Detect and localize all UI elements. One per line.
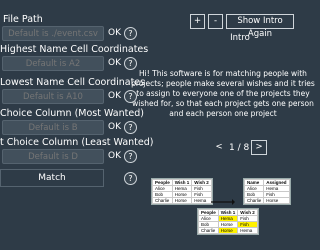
file-path-help-icon[interactable]: ? — [124, 27, 137, 40]
input-sheet-image: People Wish 1 Wish 2 Alice Hema Fish Bob Hors… — [151, 178, 213, 205]
least-wanted-column-ok-button[interactable]: OK — [108, 151, 121, 161]
highest-name-cell-input[interactable] — [2, 56, 104, 71]
sheet-header-cell: Wish 2 — [191, 179, 212, 186]
highest-name-cell-ok-button[interactable]: OK — [108, 58, 121, 68]
highest-name-cell-label: Highest Name Cell Coordinates — [0, 44, 149, 55]
zoom-in-button[interactable]: + — [190, 14, 205, 29]
page-indicator: 1 / 8 — [229, 143, 250, 153]
file-path-label: File Path — [3, 14, 43, 25]
lowest-name-cell-input[interactable] — [2, 89, 104, 104]
sheet-cell: Horse — [171, 197, 193, 204]
sheet-cell: Charlie — [243, 197, 265, 204]
least-wanted-column-input[interactable] — [2, 149, 104, 164]
sheet-header-cell: Assigned — [263, 179, 290, 186]
sheet-cell: Hema — [191, 197, 212, 204]
arrow-right-icon — [211, 199, 235, 205]
intro-text-line-1: Hi! This software is for matching people… — [139, 69, 307, 78]
file-path-input[interactable] — [2, 26, 104, 41]
intro-text-line-2: projects; people make several wishes and… — [131, 79, 315, 88]
file-path-ok-button[interactable]: OK — [108, 28, 121, 38]
intro-text-line-4: wished for, so that each project gets on… — [132, 99, 314, 108]
prev-page-button[interactable]: < — [212, 141, 226, 155]
sheet-header-cell: People — [198, 209, 219, 216]
least-wanted-column-label: t Choice Column (Least Wanted) — [0, 137, 154, 148]
zoom-out-button[interactable]: - — [208, 14, 223, 29]
lowest-name-cell-ok-button[interactable]: OK — [108, 91, 121, 101]
most-wanted-column-help-icon[interactable]: ? — [124, 121, 137, 134]
match-help-icon[interactable]: ? — [124, 172, 137, 185]
show-intro-again-button[interactable]: Show Intro Again — [226, 14, 294, 39]
most-wanted-column-ok-button[interactable]: OK — [108, 122, 121, 132]
intro-text-line-3: to assign to everyone one of the project… — [136, 89, 310, 98]
intro-title: Intro — [230, 33, 250, 43]
sheet-cell-highlighted: Horse — [217, 227, 239, 234]
sheet-header-cell: Wish 1 — [171, 179, 193, 186]
highlighted-sheet-image: People Wish 1 Wish 2 Alice Hema Fish Bob Hors… — [197, 208, 259, 235]
most-wanted-column-label: Choice Column (Most Wanted) — [0, 108, 144, 119]
output-sheet-image: Name Assigned Alice Hema Bob Fish Charlie Ho… — [243, 178, 291, 205]
sheet-cell: Charlie — [152, 197, 173, 204]
least-wanted-column-help-icon[interactable]: ? — [124, 150, 137, 163]
next-page-button[interactable]: > — [251, 140, 267, 155]
sheet-header-cell: People — [152, 179, 173, 186]
sheet-cell: Charlie — [198, 227, 219, 234]
sheet-cell: Horse — [263, 197, 290, 204]
most-wanted-column-input[interactable] — [2, 120, 104, 135]
lowest-name-cell-label: Lowest Name Cell Coordinates — [0, 77, 146, 88]
sheet-header-cell: Wish 1 — [217, 209, 239, 216]
sheet-header-cell: Wish 2 — [237, 209, 258, 216]
sheet-cell: Hema — [237, 227, 258, 234]
intro-text-line-5: and each person one project — [169, 109, 277, 118]
match-button[interactable]: Match — [0, 169, 104, 187]
